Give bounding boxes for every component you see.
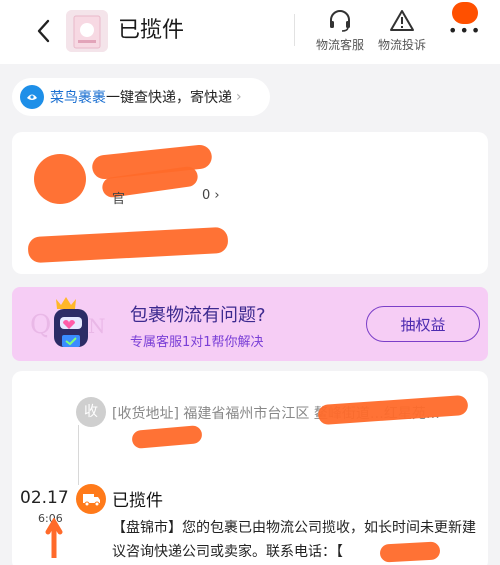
product-thumbnail[interactable] xyxy=(66,10,108,52)
truck-icon xyxy=(83,494,100,507)
card-partial-text: 官 xyxy=(112,192,126,207)
headset-icon xyxy=(330,10,350,32)
more-button[interactable]: ••• xyxy=(440,0,484,40)
event-title: 已揽件 xyxy=(112,491,163,511)
logistics-complaint-label: 物流投诉 xyxy=(377,38,426,52)
chevron-right-icon: › xyxy=(236,89,242,105)
redacted-phone xyxy=(379,541,441,563)
svg-text:Q: Q xyxy=(30,310,51,340)
more-icon: ••• xyxy=(448,21,483,40)
rights-banner[interactable]: Q N 包裹物流有问题? 专属客服1对1帮你解决 抽权益 xyxy=(12,287,488,361)
rights-subtitle: 专属客服1对1帮你解决 xyxy=(130,335,264,350)
logistics-service-button[interactable]: 物流客服 xyxy=(312,6,368,56)
cainiao-entry[interactable]: 菜鸟裹裹 一键查快递，寄快递 › xyxy=(12,78,270,116)
shipment-card[interactable]: 官 0 › xyxy=(12,132,488,274)
timeline-connector xyxy=(78,425,79,485)
header-bar: 已揽件 物流客服 物流投诉 ••• xyxy=(0,0,500,64)
card-partial-suffix: 0 › xyxy=(202,188,220,203)
rights-title: 包裹物流有问题? xyxy=(130,305,266,326)
back-button[interactable] xyxy=(30,14,60,48)
cainiao-brand: 菜鸟裹裹 xyxy=(50,90,106,106)
redacted-tracking xyxy=(27,226,229,264)
mascot-icon: Q N xyxy=(30,297,106,347)
header-divider xyxy=(294,14,295,46)
warning-icon xyxy=(390,10,414,31)
logistics-complaint-button[interactable]: 物流投诉 xyxy=(374,6,430,56)
event-date: 02.17 xyxy=(20,488,69,508)
cainiao-logo-icon xyxy=(20,85,44,109)
redacted-avatar xyxy=(34,154,86,204)
claim-rights-button[interactable]: 抽权益 xyxy=(366,306,480,342)
pickup-status-icon xyxy=(76,484,106,514)
logistics-service-label: 物流客服 xyxy=(315,38,364,52)
svg-text:N: N xyxy=(88,314,106,338)
page-title: 已揽件 xyxy=(118,18,185,43)
receiver-badge: 收 xyxy=(76,397,106,427)
annotation-arrow xyxy=(45,518,63,558)
cainiao-slogan: 一键查快递，寄快递 xyxy=(106,90,232,106)
product-image xyxy=(66,10,108,52)
chevron-left-icon xyxy=(37,19,50,43)
